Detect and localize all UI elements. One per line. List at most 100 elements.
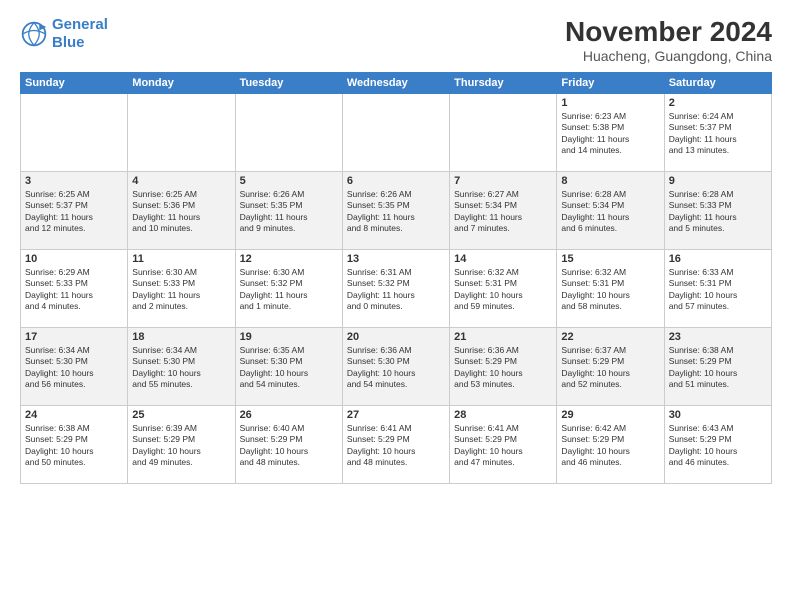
cell-0-5: 1 Sunrise: 6:23 AM Sunset: 5:38 PM Daylig… — [557, 94, 664, 172]
day-number: 13 — [347, 253, 445, 265]
cell-1-1: 4 Sunrise: 6:25 AM Sunset: 5:36 PM Daylig… — [128, 172, 235, 250]
week-row-0: 1 Sunrise: 6:23 AM Sunset: 5:38 PM Daylig… — [21, 94, 772, 172]
cell-4-2: 26 Sunrise: 6:40 AM Sunset: 5:29 PM Dayli… — [235, 406, 342, 484]
day-number: 6 — [347, 175, 445, 187]
day-info: Sunrise: 6:27 AM Sunset: 5:34 PM Dayligh… — [454, 189, 552, 235]
cell-1-2: 5 Sunrise: 6:26 AM Sunset: 5:35 PM Daylig… — [235, 172, 342, 250]
cell-4-4: 28 Sunrise: 6:41 AM Sunset: 5:29 PM Dayli… — [450, 406, 557, 484]
day-info: Sunrise: 6:34 AM Sunset: 5:30 PM Dayligh… — [25, 345, 123, 391]
day-number: 26 — [240, 409, 338, 421]
page: General Blue November 2024 Huacheng, Gua… — [0, 0, 792, 612]
day-info: Sunrise: 6:32 AM Sunset: 5:31 PM Dayligh… — [561, 267, 659, 313]
th-monday: Monday — [128, 73, 235, 94]
cell-0-0 — [21, 94, 128, 172]
calendar-body: 1 Sunrise: 6:23 AM Sunset: 5:38 PM Daylig… — [21, 94, 772, 484]
day-number: 15 — [561, 253, 659, 265]
day-number: 17 — [25, 331, 123, 343]
cell-3-0: 17 Sunrise: 6:34 AM Sunset: 5:30 PM Dayli… — [21, 328, 128, 406]
day-number: 4 — [132, 175, 230, 187]
cell-2-6: 16Sunrise: 6:33 AM Sunset: 5:31 PM Dayli… — [664, 250, 771, 328]
day-info: Sunrise: 6:38 AM Sunset: 5:29 PM Dayligh… — [669, 345, 767, 391]
day-info: Sunrise: 6:39 AM Sunset: 5:29 PM Dayligh… — [132, 423, 230, 469]
day-info: Sunrise: 6:37 AM Sunset: 5:29 PM Dayligh… — [561, 345, 659, 391]
calendar-table: Sunday Monday Tuesday Wednesday Thursday… — [20, 72, 772, 484]
day-info: Sunrise: 6:25 AM Sunset: 5:36 PM Dayligh… — [132, 189, 230, 235]
calendar-title: November 2024 — [565, 16, 772, 48]
day-info: Sunrise: 6:40 AM Sunset: 5:29 PM Dayligh… — [240, 423, 338, 469]
day-number: 12 — [240, 253, 338, 265]
day-number: 9 — [669, 175, 767, 187]
cell-0-3 — [342, 94, 449, 172]
weekday-row: Sunday Monday Tuesday Wednesday Thursday… — [21, 73, 772, 94]
cell-1-4: 7 Sunrise: 6:27 AM Sunset: 5:34 PM Daylig… — [450, 172, 557, 250]
day-info: Sunrise: 6:29 AM Sunset: 5:33 PM Dayligh… — [25, 267, 123, 313]
th-tuesday: Tuesday — [235, 73, 342, 94]
cell-3-2: 19Sunrise: 6:35 AM Sunset: 5:30 PM Dayli… — [235, 328, 342, 406]
week-row-3: 17 Sunrise: 6:34 AM Sunset: 5:30 PM Dayli… — [21, 328, 772, 406]
cell-3-5: 22 Sunrise: 6:37 AM Sunset: 5:29 PM Dayli… — [557, 328, 664, 406]
logo: General Blue — [20, 16, 108, 52]
week-row-1: 3Sunrise: 6:25 AM Sunset: 5:37 PM Daylig… — [21, 172, 772, 250]
cell-1-0: 3Sunrise: 6:25 AM Sunset: 5:37 PM Daylig… — [21, 172, 128, 250]
cell-2-0: 10 Sunrise: 6:29 AM Sunset: 5:33 PM Dayli… — [21, 250, 128, 328]
day-number: 7 — [454, 175, 552, 187]
day-number: 29 — [561, 409, 659, 421]
calendar-subtitle: Huacheng, Guangdong, China — [565, 48, 772, 64]
th-friday: Friday — [557, 73, 664, 94]
cell-2-2: 12 Sunrise: 6:30 AM Sunset: 5:32 PM Dayli… — [235, 250, 342, 328]
cell-4-1: 25Sunrise: 6:39 AM Sunset: 5:29 PM Dayli… — [128, 406, 235, 484]
day-info: Sunrise: 6:30 AM Sunset: 5:32 PM Dayligh… — [240, 267, 338, 313]
day-number: 8 — [561, 175, 659, 187]
day-number: 21 — [454, 331, 552, 343]
day-number: 27 — [347, 409, 445, 421]
day-number: 11 — [132, 253, 230, 265]
day-info: Sunrise: 6:25 AM Sunset: 5:37 PM Dayligh… — [25, 189, 123, 235]
day-number: 18 — [132, 331, 230, 343]
day-number: 10 — [25, 253, 123, 265]
day-number: 19 — [240, 331, 338, 343]
day-number: 30 — [669, 409, 767, 421]
cell-2-1: 11 Sunrise: 6:30 AM Sunset: 5:33 PM Dayli… — [128, 250, 235, 328]
title-block: November 2024 Huacheng, Guangdong, China — [565, 16, 772, 64]
cell-4-6: 30Sunrise: 6:43 AM Sunset: 5:29 PM Dayli… — [664, 406, 771, 484]
day-info: Sunrise: 6:31 AM Sunset: 5:32 PM Dayligh… — [347, 267, 445, 313]
week-row-4: 24Sunrise: 6:38 AM Sunset: 5:29 PM Dayli… — [21, 406, 772, 484]
logo-line2: Blue — [52, 34, 85, 51]
day-info: Sunrise: 6:41 AM Sunset: 5:29 PM Dayligh… — [347, 423, 445, 469]
cell-2-5: 15 Sunrise: 6:32 AM Sunset: 5:31 PM Dayli… — [557, 250, 664, 328]
day-info: Sunrise: 6:28 AM Sunset: 5:34 PM Dayligh… — [561, 189, 659, 235]
cell-3-6: 23 Sunrise: 6:38 AM Sunset: 5:29 PM Dayli… — [664, 328, 771, 406]
day-info: Sunrise: 6:23 AM Sunset: 5:38 PM Dayligh… — [561, 111, 659, 157]
day-info: Sunrise: 6:36 AM Sunset: 5:29 PM Dayligh… — [454, 345, 552, 391]
day-info: Sunrise: 6:26 AM Sunset: 5:35 PM Dayligh… — [347, 189, 445, 235]
day-info: Sunrise: 6:24 AM Sunset: 5:37 PM Dayligh… — [669, 111, 767, 157]
day-number: 28 — [454, 409, 552, 421]
day-info: Sunrise: 6:36 AM Sunset: 5:30 PM Dayligh… — [347, 345, 445, 391]
cell-4-0: 24Sunrise: 6:38 AM Sunset: 5:29 PM Dayli… — [21, 406, 128, 484]
day-info: Sunrise: 6:38 AM Sunset: 5:29 PM Dayligh… — [25, 423, 123, 469]
cell-4-5: 29 Sunrise: 6:42 AM Sunset: 5:29 PM Dayli… — [557, 406, 664, 484]
day-number: 20 — [347, 331, 445, 343]
day-number: 1 — [561, 97, 659, 109]
logo-text: General Blue — [52, 16, 108, 52]
day-info: Sunrise: 6:30 AM Sunset: 5:33 PM Dayligh… — [132, 267, 230, 313]
th-wednesday: Wednesday — [342, 73, 449, 94]
logo-line1: General — [52, 16, 108, 33]
day-info: Sunrise: 6:42 AM Sunset: 5:29 PM Dayligh… — [561, 423, 659, 469]
day-number: 22 — [561, 331, 659, 343]
day-info: Sunrise: 6:26 AM Sunset: 5:35 PM Dayligh… — [240, 189, 338, 235]
week-row-2: 10 Sunrise: 6:29 AM Sunset: 5:33 PM Dayli… — [21, 250, 772, 328]
calendar-header: Sunday Monday Tuesday Wednesday Thursday… — [21, 73, 772, 94]
cell-2-3: 13 Sunrise: 6:31 AM Sunset: 5:32 PM Dayli… — [342, 250, 449, 328]
day-info: Sunrise: 6:41 AM Sunset: 5:29 PM Dayligh… — [454, 423, 552, 469]
day-number: 16 — [669, 253, 767, 265]
cell-3-4: 21 Sunrise: 6:36 AM Sunset: 5:29 PM Dayli… — [450, 328, 557, 406]
day-info: Sunrise: 6:28 AM Sunset: 5:33 PM Dayligh… — [669, 189, 767, 235]
th-saturday: Saturday — [664, 73, 771, 94]
th-thursday: Thursday — [450, 73, 557, 94]
day-info: Sunrise: 6:32 AM Sunset: 5:31 PM Dayligh… — [454, 267, 552, 313]
day-number: 5 — [240, 175, 338, 187]
day-number: 23 — [669, 331, 767, 343]
cell-0-6: 2Sunrise: 6:24 AM Sunset: 5:37 PM Daylig… — [664, 94, 771, 172]
logo-icon — [20, 20, 48, 48]
